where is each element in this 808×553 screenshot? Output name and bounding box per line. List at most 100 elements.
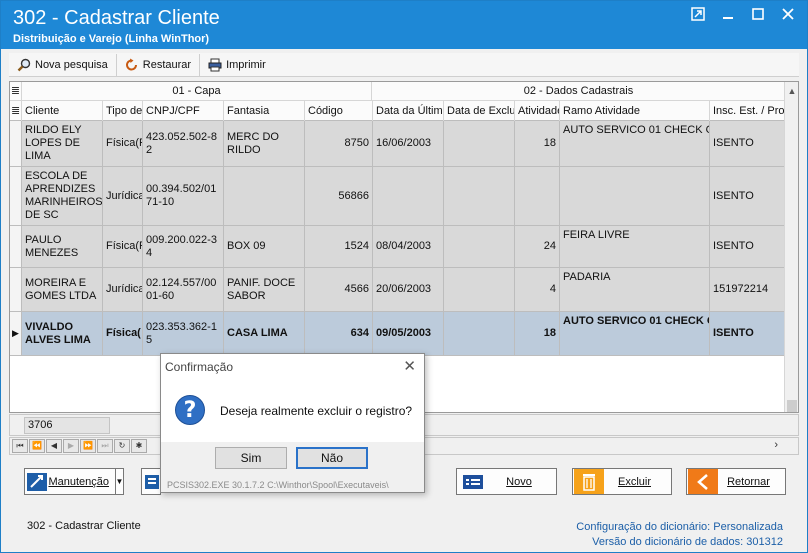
cell-cliente: VIVALDO ALVES LIMA — [22, 312, 103, 355]
cell-cliente: RILDO ELY LOPES DE LIMA — [22, 121, 103, 166]
confirm-dialog: Confirmação ✕ ? Deseja realmente excluir… — [160, 353, 425, 493]
printer-icon — [208, 58, 222, 72]
cell-codigo: 1524 — [305, 226, 373, 267]
dialog-title-bar: Confirmação ✕ — [161, 354, 424, 380]
column-header-data-ultima[interactable]: Data da Últim — [373, 101, 444, 121]
cell-tipo: Jurídica — [103, 167, 143, 225]
question-icon: ? — [175, 395, 205, 425]
minimize-icon[interactable] — [719, 7, 737, 25]
dialog-close-icon[interactable]: ✕ — [403, 357, 416, 375]
column-header-data-exclusao[interactable]: Data de Exclu — [444, 101, 515, 121]
cell-insc: ISENTO — [710, 121, 785, 166]
maximize-icon[interactable] — [749, 7, 767, 25]
cell-data-exclusao — [444, 268, 515, 311]
column-select-icon[interactable]: ≣ — [10, 101, 22, 121]
cell-insc: ISENTO — [710, 167, 785, 225]
cell-ramo: PADARIA — [560, 268, 710, 311]
table-row[interactable]: RILDO ELY LOPES DE LIMA Física(F 423.052… — [10, 121, 785, 167]
manutencao-button[interactable]: Manutenção ▼ — [24, 468, 124, 495]
excluir-label: Excluir — [617, 475, 651, 488]
restaurar-label: Restaurar — [142, 58, 192, 71]
retornar-button[interactable]: Retornar — [686, 468, 786, 495]
dropdown-arrow-icon[interactable]: ▼ — [115, 469, 123, 494]
cell-tipo: Física( — [103, 312, 143, 355]
column-header-tipo[interactable]: Tipo de — [103, 101, 143, 121]
cell-insc: 151972214 — [710, 268, 785, 311]
novo-button[interactable]: Novo — [456, 468, 557, 495]
version-value: 301312 — [746, 536, 783, 548]
nova-pesquisa-button[interactable]: Nova pesquisa — [9, 53, 117, 76]
bookmark-icon[interactable]: ✱ — [131, 439, 147, 453]
band-dados-cadastrais: 02 - Dados Cadastrais — [372, 82, 786, 101]
config-value: Personalizada — [713, 521, 783, 533]
cell-codigo: 634 — [305, 312, 373, 355]
novo-label: Novo — [506, 475, 532, 488]
cell-ramo — [560, 167, 710, 225]
nao-button[interactable]: Não — [296, 447, 368, 469]
cell-ramo: AUTO SERVICO 01 CHECK O — [560, 312, 710, 355]
restaurar-button[interactable]: Restaurar — [117, 53, 201, 76]
cell-tipo: Jurídica — [103, 268, 143, 311]
cell-data-exclusao — [444, 121, 515, 166]
column-header-fantasia[interactable]: Fantasia — [224, 101, 305, 121]
cell-codigo: 8750 — [305, 121, 373, 166]
cell-data-ultima: 16/06/2003 — [373, 121, 444, 166]
cell-atividade — [515, 167, 560, 225]
scroll-up-icon[interactable]: ▲ — [785, 84, 798, 98]
refresh-icon[interactable]: ↻ — [114, 439, 130, 453]
cell-atividade: 24 — [515, 226, 560, 267]
column-header-codigo[interactable]: Código — [305, 101, 373, 121]
column-header-atividade[interactable]: Atividade — [515, 101, 560, 121]
title-bar: 302 - Cadastrar Cliente Distribuição e V… — [1, 1, 807, 49]
scroll-right-icon[interactable]: › — [774, 439, 778, 451]
hidden-button[interactable] — [141, 468, 161, 495]
config-label: Configuração do dicionário: — [576, 521, 711, 533]
cell-insc: ISENTO — [710, 312, 785, 355]
close-icon[interactable] — [779, 7, 797, 25]
row-indicator — [10, 226, 22, 267]
excluir-button[interactable]: Excluir — [572, 468, 672, 495]
next-record-icon[interactable]: ▶ — [63, 439, 79, 453]
band-header: ≣ 01 - Capa 02 - Dados Cadastrais — [10, 82, 798, 101]
status-dictionary: Configuração do dicionário: Personalizad… — [576, 520, 783, 550]
prev-record-icon[interactable]: ◀ — [46, 439, 62, 453]
cell-atividade: 18 — [515, 121, 560, 166]
column-header-ramo[interactable]: Ramo Atividade — [560, 101, 710, 121]
cell-tipo: Física(F — [103, 121, 143, 166]
trash-icon — [574, 469, 604, 494]
retornar-label: Retornar — [727, 475, 770, 488]
column-header-insc[interactable]: Insc. Est. / Pro — [710, 101, 786, 121]
search-icon — [17, 58, 31, 72]
column-header-row: ≣ Cliente Tipo de CNPJ/CPF Fantasia Códi… — [10, 101, 798, 121]
cell-atividade: 18 — [515, 312, 560, 355]
row-indicator — [10, 121, 22, 166]
dialog-body: ? Deseja realmente excluir o registro? — [161, 380, 424, 442]
row-pointer-icon: ▶ — [10, 312, 22, 355]
resize-icon[interactable] — [689, 7, 707, 25]
table-row[interactable]: ESCOLA DE APRENDIZES MARINHEIROS DE SC J… — [10, 167, 785, 226]
cell-data-exclusao — [444, 167, 515, 225]
column-header-cliente[interactable]: Cliente — [22, 101, 103, 121]
table-row-selected[interactable]: ▶ VIVALDO ALVES LIMA Física( 023.353.362… — [10, 312, 785, 356]
cell-tipo: Física(F — [103, 226, 143, 267]
cell-ramo: AUTO SERVICO 01 CHECK OUT — [560, 121, 710, 166]
table-row[interactable]: PAULO MENEZES Física(F 009.200.022-34 BO… — [10, 226, 785, 268]
column-header-cnpj[interactable]: CNPJ/CPF — [143, 101, 224, 121]
cell-cnpj: 023.353.362-15 — [143, 312, 224, 355]
imprimir-button[interactable]: Imprimir — [200, 54, 274, 76]
window-title: 302 - Cadastrar Cliente — [13, 7, 220, 29]
toolbar: Nova pesquisa Restaurar Imprimir — [9, 53, 799, 77]
next-page-icon[interactable]: ⏩ — [80, 439, 96, 453]
sim-button[interactable]: Sim — [215, 447, 287, 469]
table-row[interactable]: MOREIRA E GOMES LTDA Jurídica 02.124.557… — [10, 268, 785, 312]
cell-atividade: 4 — [515, 268, 560, 311]
dialog-exe-path: PCSIS302.EXE 30.1.7.2 C:\Winthor\Spool\E… — [167, 480, 389, 490]
column-menu-icon[interactable]: ≣ — [10, 82, 22, 101]
first-record-icon[interactable]: ⏮ — [12, 439, 28, 453]
last-record-icon[interactable]: ⏭ — [97, 439, 113, 453]
vertical-scrollbar[interactable]: ▲ — [784, 82, 798, 412]
prev-page-icon[interactable]: ⏪ — [29, 439, 45, 453]
cell-data-ultima — [373, 167, 444, 225]
scroll-thumb[interactable] — [787, 400, 797, 412]
cell-data-exclusao — [444, 312, 515, 355]
